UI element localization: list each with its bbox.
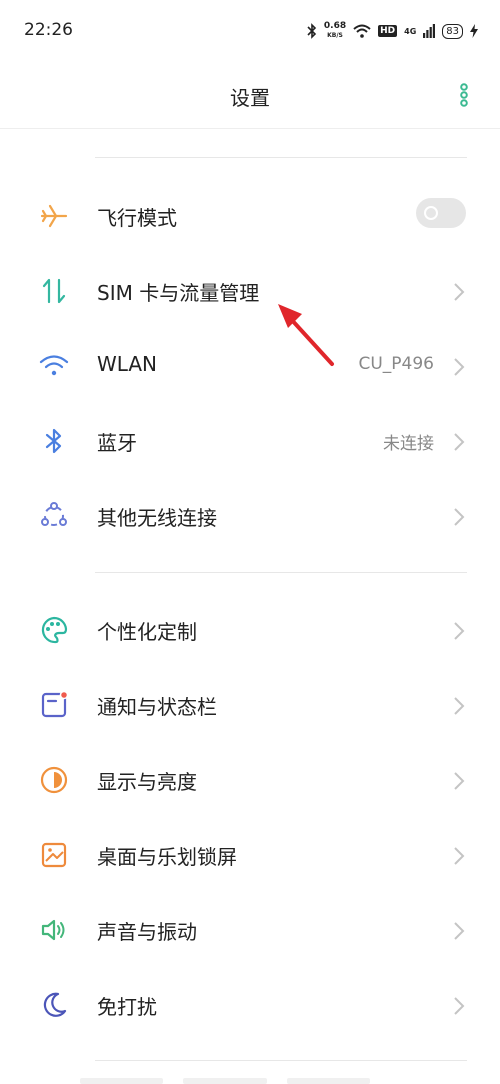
moon-icon bbox=[36, 987, 72, 1023]
settings-row-notifications[interactable]: 通知与状态栏 bbox=[0, 669, 500, 743]
desktop-label: 桌面与乐划锁屏 bbox=[97, 845, 237, 869]
wireless-connections-icon bbox=[36, 498, 72, 534]
chevron-right-icon bbox=[454, 622, 465, 640]
brightness-icon bbox=[36, 762, 72, 798]
settings-row-bluetooth[interactable]: 蓝牙 未连接 bbox=[0, 405, 500, 479]
charging-icon bbox=[470, 24, 478, 38]
settings-row-airplane-mode[interactable]: 飞行模式 bbox=[0, 180, 500, 254]
wifi-status-icon bbox=[353, 24, 371, 38]
chevron-right-icon bbox=[454, 922, 465, 940]
status-bar: 22:26 0.68 KB/S HD 4G 83 bbox=[0, 0, 500, 62]
status-time: 22:26 bbox=[24, 20, 73, 40]
section-divider bbox=[95, 572, 467, 573]
chevron-right-icon bbox=[454, 433, 465, 451]
title-bar: 设置 bbox=[0, 62, 500, 129]
wlan-network-name: CU_P496 bbox=[358, 354, 434, 374]
palette-icon bbox=[36, 612, 72, 648]
chevron-right-icon bbox=[454, 283, 465, 301]
settings-row-other-wireless[interactable]: 其他无线连接 bbox=[0, 480, 500, 554]
chevron-right-icon bbox=[454, 847, 465, 865]
page-title: 设置 bbox=[230, 86, 270, 110]
section-divider bbox=[95, 157, 467, 158]
toggle-knob bbox=[424, 206, 438, 220]
wallpaper-icon bbox=[36, 837, 72, 873]
hd-badge: HD bbox=[378, 25, 398, 37]
settings-row-sound[interactable]: 声音与振动 bbox=[0, 894, 500, 968]
bottom-bar-segment bbox=[286, 1078, 370, 1084]
status-icons: 0.68 KB/S HD 4G 83 bbox=[307, 18, 478, 44]
wifi-icon bbox=[36, 348, 72, 384]
bluetooth-status: 未连接 bbox=[383, 434, 434, 454]
section-divider bbox=[95, 1060, 467, 1061]
airplane-mode-label: 飞行模式 bbox=[97, 206, 177, 230]
display-label: 显示与亮度 bbox=[97, 770, 197, 794]
settings-row-display[interactable]: 显示与亮度 bbox=[0, 744, 500, 818]
settings-row-do-not-disturb[interactable]: 免打扰 bbox=[0, 969, 500, 1043]
speaker-icon bbox=[36, 912, 72, 948]
network-speed-value: 0.68 bbox=[323, 21, 347, 31]
network-speed-unit: KB/S bbox=[327, 32, 343, 39]
battery-indicator: 83 bbox=[442, 23, 463, 39]
chevron-right-icon bbox=[454, 508, 465, 526]
settings-row-sim[interactable]: SIM 卡与流量管理 bbox=[0, 255, 500, 329]
bottom-edge-bars bbox=[80, 1078, 370, 1084]
bluetooth-icon bbox=[36, 423, 72, 459]
chevron-right-icon bbox=[454, 997, 465, 1015]
personalize-label: 个性化定制 bbox=[97, 620, 197, 644]
airplane-icon bbox=[36, 198, 72, 234]
sound-label: 声音与振动 bbox=[97, 920, 197, 944]
sim-label: SIM 卡与流量管理 bbox=[97, 281, 260, 305]
settings-row-desktop[interactable]: 桌面与乐划锁屏 bbox=[0, 819, 500, 893]
signal-bars-icon bbox=[423, 24, 436, 38]
airplane-mode-toggle[interactable] bbox=[416, 198, 466, 228]
bluetooth-label: 蓝牙 bbox=[97, 431, 137, 455]
notifications-label: 通知与状态栏 bbox=[97, 695, 217, 719]
notification-icon bbox=[36, 687, 72, 723]
settings-row-personalize[interactable]: 个性化定制 bbox=[0, 594, 500, 668]
signal-type: 4G bbox=[404, 26, 417, 36]
do-not-disturb-label: 免打扰 bbox=[97, 995, 157, 1019]
bluetooth-status-icon bbox=[307, 23, 317, 39]
bottom-bar-segment bbox=[80, 1078, 164, 1084]
network-speed: 0.68 KB/S bbox=[324, 22, 346, 40]
other-wireless-label: 其他无线连接 bbox=[97, 506, 217, 530]
chevron-right-icon bbox=[454, 697, 465, 715]
chevron-right-icon bbox=[454, 772, 465, 790]
wlan-label: WLAN bbox=[97, 352, 158, 376]
chevron-right-icon bbox=[454, 358, 465, 376]
settings-row-wlan[interactable]: WLAN CU_P496 bbox=[0, 330, 500, 404]
sim-data-icon bbox=[36, 273, 72, 309]
bottom-bar-segment bbox=[183, 1078, 267, 1084]
more-options-icon[interactable] bbox=[458, 83, 470, 107]
